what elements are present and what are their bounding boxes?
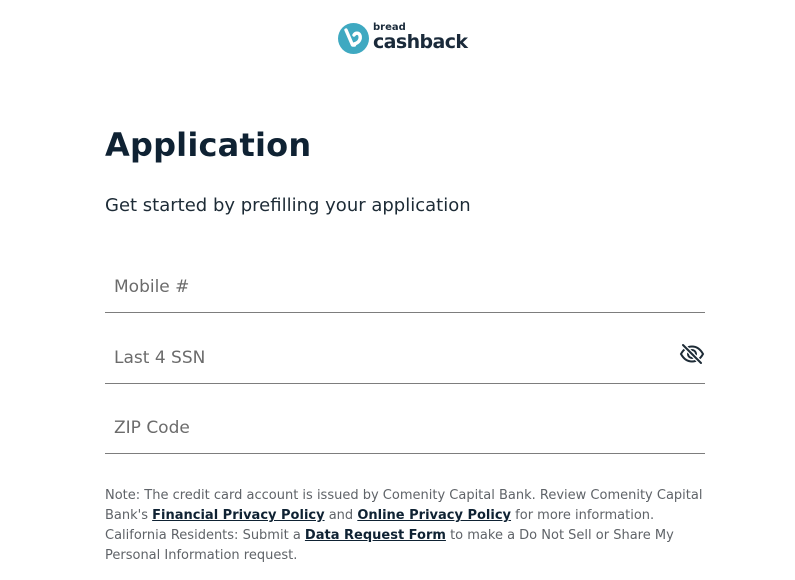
application-page: bread cashback Application Get started b… xyxy=(0,0,795,580)
page-subtitle: Get started by prefilling your applicati… xyxy=(105,195,471,216)
data-request-form-link[interactable]: Data Request Form xyxy=(305,528,446,543)
note-text-2: and xyxy=(324,508,358,523)
ssn-field xyxy=(105,335,705,384)
online-privacy-policy-link[interactable]: Online Privacy Policy xyxy=(357,508,511,523)
logo-wordmark: bread cashback xyxy=(373,22,473,54)
page-title: Application xyxy=(105,126,312,164)
ssn-input[interactable] xyxy=(105,335,674,381)
financial-privacy-policy-link[interactable]: Financial Privacy Policy xyxy=(152,508,324,523)
logo-big-text: cashback xyxy=(373,31,468,53)
brand-logo[interactable]: bread cashback xyxy=(338,22,473,54)
eye-slash-icon[interactable] xyxy=(679,343,705,365)
mobile-field xyxy=(105,264,705,313)
zip-input[interactable] xyxy=(105,405,674,451)
legal-note: Note: The credit card account is issued … xyxy=(105,486,705,566)
mobile-input[interactable] xyxy=(105,264,674,310)
zip-field xyxy=(105,405,705,454)
bread-logo-icon xyxy=(338,22,369,54)
